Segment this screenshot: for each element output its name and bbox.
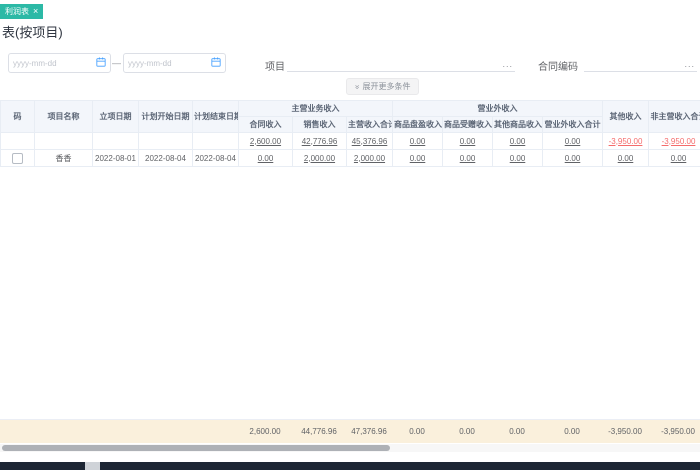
contract-more-button[interactable]: ... (684, 59, 697, 71)
drilldown-link[interactable]: 0.00 (258, 154, 274, 163)
drilldown-link[interactable]: 0.00 (565, 137, 581, 146)
column-header-sales-income: 销售收入 (292, 116, 347, 133)
drilldown-link[interactable]: 2,600.00 (250, 137, 281, 146)
date-start-input[interactable] (8, 53, 111, 73)
contract-code-input[interactable]: ... (584, 53, 697, 72)
drilldown-link[interactable]: 0.00 (410, 137, 426, 146)
drilldown-link[interactable]: 0.00 (460, 137, 476, 146)
drilldown-link[interactable]: 0.00 (410, 154, 426, 163)
chevron-double-down-icon: » (353, 84, 363, 89)
bottom-bar-segment (85, 462, 100, 470)
page-title: 表(按项目) (2, 25, 63, 40)
drilldown-link[interactable]: 0.00 (565, 154, 581, 163)
expand-more-conditions-button[interactable]: » 展开更多条件 (346, 78, 420, 95)
group-header-row: 码 项目名称 立项日期 计划开始日期 计划结束日期 主营业务收入 营业外收入 其… (0, 100, 700, 133)
tab-profit-report[interactable]: 利润表 × (0, 4, 44, 19)
drilldown-link[interactable]: 2,000.00 (354, 154, 385, 163)
horizontal-scrollbar[interactable] (0, 444, 700, 452)
date-end-field[interactable] (128, 58, 211, 68)
column-header-plan-end: 计划结束日期 (192, 100, 239, 133)
column-header-non-operating-total: 营业外收入合计 (542, 116, 603, 133)
drilldown-link[interactable]: 0.00 (618, 154, 634, 163)
total-row: 2,600.00 42,776.96 45,376.96 0.00 0.00 0… (0, 132, 700, 150)
contract-code-label: 合同编码 (538, 62, 578, 73)
column-header-donated-goods: 商品受赠收入 (442, 116, 493, 133)
date-range-separator: — (112, 58, 121, 68)
drilldown-link-negative[interactable]: -3,950.00 (609, 137, 643, 146)
report-table: 码 项目名称 立项日期 计划开始日期 计划结束日期 主营业务收入 营业外收入 其… (0, 100, 700, 167)
date-end-input[interactable] (123, 53, 226, 73)
calendar-icon[interactable] (211, 54, 221, 72)
summary-other-goods: 0.00 (492, 419, 542, 443)
project-filter-field[interactable] (287, 59, 503, 71)
column-header-plan-start: 计划开始日期 (138, 100, 193, 133)
column-header-contract-income: 合同收入 (238, 116, 293, 133)
expand-button-label: 展开更多条件 (362, 82, 411, 91)
summary-sales-income: 44,776.96 (292, 419, 346, 443)
contract-code-field[interactable] (584, 59, 685, 71)
column-header-code: 码 (0, 100, 35, 133)
drilldown-link[interactable]: 0.00 (510, 137, 526, 146)
summary-row: 2,600.00 44,776.96 47,376.96 0.00 0.00 0… (0, 419, 700, 443)
row-checkbox[interactable] (12, 152, 23, 164)
summary-non-main-total: -3,950.00 (648, 419, 700, 443)
cell-setup-date: 2022-08-01 (92, 149, 139, 167)
calendar-icon[interactable] (96, 54, 106, 72)
column-header-setup-date: 立项日期 (92, 100, 139, 133)
drilldown-link[interactable]: 45,376.96 (352, 137, 388, 146)
project-filter-label: 项目 (265, 62, 285, 73)
drilldown-link[interactable]: 0.00 (460, 154, 476, 163)
drilldown-link[interactable]: 0.00 (510, 154, 526, 163)
cell-plan-end: 2022-08-04 (192, 149, 239, 167)
drilldown-link[interactable]: 42,776.96 (302, 137, 338, 146)
summary-inventory-gain: 0.00 (392, 419, 442, 443)
column-header-project-name: 项目名称 (34, 100, 93, 133)
scrollbar-thumb[interactable] (2, 445, 390, 451)
column-header-non-main-total: 非主营收入合计 (648, 100, 700, 133)
tab-label: 利润表 (5, 7, 29, 16)
bottom-bar (0, 462, 700, 470)
cell-project-name: 香香 (34, 149, 93, 167)
drilldown-link[interactable]: 2,000.00 (304, 154, 335, 163)
data-row: 香香 2022-08-01 2022-08-04 2022-08-04 0.00… (0, 149, 700, 167)
column-header-inventory-gain: 商品盘盈收入 (392, 116, 443, 133)
group-header-main-income: 主营业务收入 (238, 100, 393, 117)
column-header-other-goods: 其他商品收入 (492, 116, 543, 133)
drilldown-link-negative[interactable]: -3,950.00 (662, 137, 696, 146)
group-header-non-operating-income: 营业外收入 (392, 100, 603, 117)
summary-other-income: -3,950.00 (602, 419, 648, 443)
column-header-other-income: 其他收入 (602, 100, 649, 133)
cell-plan-start: 2022-08-04 (138, 149, 193, 167)
app-window: 利润表 × 表(按项目) — 项目 ... (0, 0, 700, 470)
column-header-main-income-total: 主营收入合计 (346, 116, 393, 133)
summary-main-income-total: 47,376.96 (346, 419, 392, 443)
drilldown-link[interactable]: 0.00 (671, 154, 687, 163)
date-start-field[interactable] (13, 58, 96, 68)
tab-close-icon[interactable]: × (33, 7, 38, 16)
summary-non-operating-total: 0.00 (542, 419, 602, 443)
summary-donated-goods: 0.00 (442, 419, 492, 443)
project-filter-input[interactable]: ... (287, 53, 515, 72)
project-more-button[interactable]: ... (502, 59, 515, 71)
summary-contract-income: 2,600.00 (238, 419, 292, 443)
